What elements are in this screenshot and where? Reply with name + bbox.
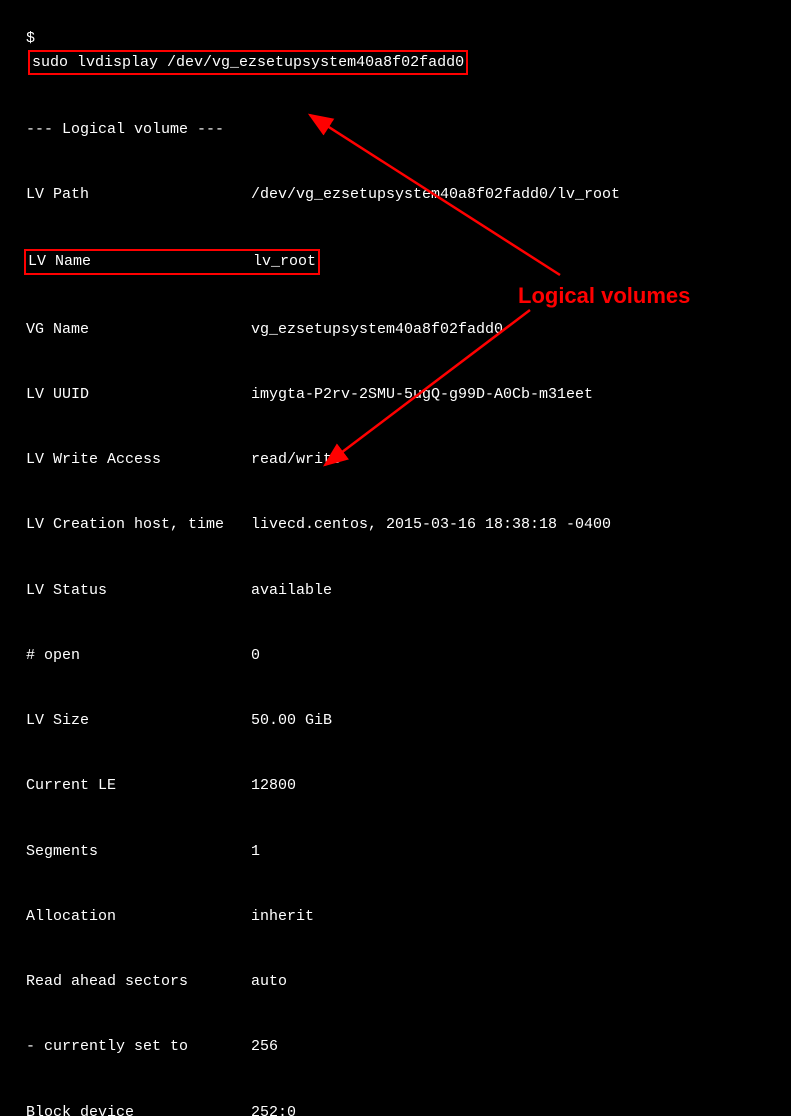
section-header: --- Logical volume --- xyxy=(26,119,791,141)
vg-name-value: vg_ezsetupsystem40a8f02fadd0 xyxy=(251,319,503,341)
lv-path-row: LV Path/dev/vg_ezsetupsystem40a8f02fadd0… xyxy=(26,184,791,206)
cur-le-value: 12800 xyxy=(251,775,296,797)
annotation-logical-volumes: Logical volumes xyxy=(518,280,690,312)
lv-path-value: /dev/vg_ezsetupsystem40a8f02fadd0/lv_roo… xyxy=(251,184,620,206)
cst-row: - currently set to256 xyxy=(26,1036,791,1058)
open-value: 0 xyxy=(251,645,260,667)
lv-size-row: LV Size50.00 GiB xyxy=(26,710,791,732)
alloc-label: Allocation xyxy=(26,906,251,928)
lv-ct-value: livecd.centos, 2015-03-16 18:38:18 -0400 xyxy=(251,514,611,536)
cst-label: - currently set to xyxy=(26,1036,251,1058)
alloc-row: Allocationinherit xyxy=(26,906,791,928)
lv-uuid-row: LV UUIDimygta-P2rv-2SMU-5ugQ-g99D-A0Cb-m… xyxy=(26,384,791,406)
lv-wa-value: read/write xyxy=(251,449,341,471)
bd-label: Block device xyxy=(26,1102,251,1116)
lv-ct-row: LV Creation host, timelivecd.centos, 201… xyxy=(26,514,791,536)
lv-status-row: LV Statusavailable xyxy=(26,580,791,602)
lv-status-value: available xyxy=(251,580,332,602)
lv-wa-label: LV Write Access xyxy=(26,449,251,471)
lv-wa-row: LV Write Accessread/write xyxy=(26,449,791,471)
lv-section-1: --- Logical volume --- LV Path/dev/vg_ez… xyxy=(8,75,791,1116)
lv-uuid-value: imygta-P2rv-2SMU-5ugQ-g99D-A0Cb-m31eet xyxy=(251,384,593,406)
prompt-symbol: $ xyxy=(26,28,35,50)
lv-name-highlight-box: LV Namelv_root xyxy=(24,249,320,275)
command-text: sudo lvdisplay /dev/vg_ezsetupsystem40a8… xyxy=(32,54,464,71)
vg-name-row: VG Namevg_ezsetupsystem40a8f02fadd0 xyxy=(26,319,791,341)
cst-value: 256 xyxy=(251,1036,278,1058)
command-highlight-box: sudo lvdisplay /dev/vg_ezsetupsystem40a8… xyxy=(28,50,468,76)
lv-name-row: LV Namelv_root xyxy=(26,249,791,275)
seg-row: Segments1 xyxy=(26,841,791,863)
command-line: $ sudo lvdisplay /dev/vg_ezsetupsystem40… xyxy=(8,6,791,75)
open-row: # open0 xyxy=(26,645,791,667)
lv-path-label: LV Path xyxy=(26,184,251,206)
lv-uuid-label: LV UUID xyxy=(26,384,251,406)
alloc-value: inherit xyxy=(251,906,314,928)
ras-label: Read ahead sectors xyxy=(26,971,251,993)
lv-size-label: LV Size xyxy=(26,710,251,732)
ras-value: auto xyxy=(251,971,287,993)
lv-size-value: 50.00 GiB xyxy=(251,710,332,732)
open-label: # open xyxy=(26,645,251,667)
seg-label: Segments xyxy=(26,841,251,863)
lv-name-label: LV Name xyxy=(28,251,253,273)
cur-le-row: Current LE12800 xyxy=(26,775,791,797)
seg-value: 1 xyxy=(251,841,260,863)
lv-name-value: lv_root xyxy=(253,251,316,273)
vg-name-label: VG Name xyxy=(26,319,251,341)
cur-le-label: Current LE xyxy=(26,775,251,797)
lv-ct-label: LV Creation host, time xyxy=(26,514,251,536)
ras-row: Read ahead sectorsauto xyxy=(26,971,791,993)
bd-value: 252:0 xyxy=(251,1102,296,1116)
bd-row: Block device252:0 xyxy=(26,1102,791,1116)
lv-status-label: LV Status xyxy=(26,580,251,602)
